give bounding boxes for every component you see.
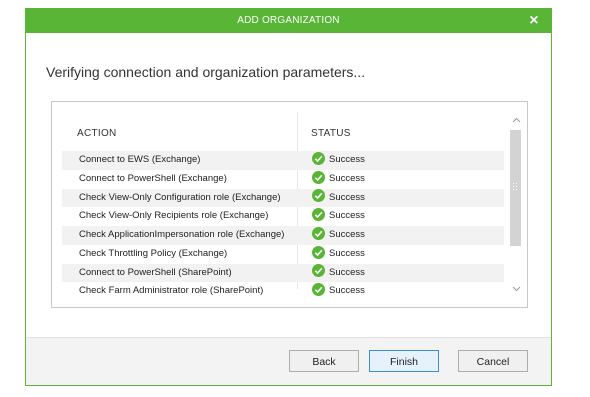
check-circle-icon bbox=[312, 283, 325, 297]
check-circle-icon bbox=[312, 151, 325, 165]
action-cell: Check ApplicationImpersonation role (Exc… bbox=[79, 229, 285, 240]
status-text: Success bbox=[329, 172, 365, 184]
cancel-button[interactable]: Cancel bbox=[458, 350, 528, 372]
status-text: Success bbox=[329, 247, 365, 259]
status-text: Success bbox=[329, 229, 365, 240]
status-text: Success bbox=[329, 154, 365, 165]
status-cell: Success bbox=[312, 207, 365, 226]
table-row[interactable]: Connect to PowerShell (SharePoint) Succe… bbox=[62, 263, 504, 283]
check-circle-icon bbox=[312, 264, 325, 278]
scroll-down-icon[interactable] bbox=[505, 279, 527, 299]
action-cell: Check View-Only Configuration role (Exch… bbox=[79, 191, 281, 203]
finish-button[interactable]: Finish bbox=[369, 350, 439, 372]
column-header-action[interactable]: ACTION bbox=[77, 128, 117, 139]
action-cell: Connect to PowerShell (Exchange) bbox=[79, 172, 227, 184]
status-cell: Success bbox=[312, 189, 365, 208]
check-circle-icon bbox=[312, 189, 325, 203]
action-cell: Check View-Only Recipients role (Exchang… bbox=[79, 210, 269, 222]
status-cell: Success bbox=[312, 151, 365, 170]
status-text: Success bbox=[329, 266, 365, 278]
table-row[interactable]: Check Throttling Policy (Exchange) Succe… bbox=[62, 245, 504, 264]
dialog-title: ADD ORGANIZATION bbox=[237, 15, 340, 26]
table-row[interactable]: Check ApplicationImpersonation role (Exc… bbox=[62, 226, 504, 245]
table-row[interactable]: Check View-Only Configuration role (Exch… bbox=[62, 188, 504, 208]
table-row[interactable]: Check View-Only Recipients role (Exchang… bbox=[62, 207, 504, 226]
check-circle-icon bbox=[312, 226, 325, 240]
check-circle-icon bbox=[312, 208, 325, 222]
close-icon[interactable]: × bbox=[525, 9, 543, 33]
dialog-footer: Back Finish Cancel bbox=[26, 337, 551, 385]
scroll-thumb[interactable] bbox=[510, 130, 521, 246]
table-row[interactable]: Connect to EWS (Exchange) Success bbox=[62, 151, 504, 170]
column-header-status[interactable]: STATUS bbox=[311, 128, 351, 139]
add-organization-dialog: ADD ORGANIZATION × Verifying connection … bbox=[25, 8, 552, 386]
verification-heading: Verifying connection and organization pa… bbox=[46, 64, 366, 80]
check-circle-icon bbox=[312, 170, 325, 184]
verification-results-list[interactable]: ACTION STATUS Connect to EWS (Exchange) … bbox=[51, 101, 528, 308]
dialog-title-bar: ADD ORGANIZATION × bbox=[26, 9, 551, 33]
grip-icon bbox=[513, 183, 518, 192]
status-text: Success bbox=[329, 191, 365, 203]
action-cell: Connect to PowerShell (SharePoint) bbox=[79, 266, 232, 278]
status-cell: Success bbox=[312, 170, 365, 189]
table-row[interactable]: Connect to PowerShell (Exchange) Success bbox=[62, 170, 504, 189]
vertical-scrollbar[interactable] bbox=[505, 102, 527, 307]
action-cell: Check Farm Administrator role (SharePoin… bbox=[79, 285, 264, 297]
status-cell: Success bbox=[312, 282, 365, 301]
results-rows: Connect to EWS (Exchange) Success Connec… bbox=[62, 151, 504, 301]
status-cell: Success bbox=[312, 245, 365, 264]
check-circle-icon bbox=[312, 245, 325, 259]
stage: ADD ORGANIZATION × Verifying connection … bbox=[0, 0, 590, 397]
status-cell: Success bbox=[312, 226, 365, 245]
status-text: Success bbox=[329, 210, 365, 222]
action-cell: Check Throttling Policy (Exchange) bbox=[79, 247, 228, 259]
status-cell: Success bbox=[312, 264, 365, 283]
table-row[interactable]: Check Farm Administrator role (SharePoin… bbox=[62, 282, 504, 301]
action-cell: Connect to EWS (Exchange) bbox=[79, 154, 201, 165]
back-button[interactable]: Back bbox=[289, 350, 359, 372]
status-text: Success bbox=[329, 285, 365, 297]
scroll-up-icon[interactable] bbox=[505, 110, 527, 130]
